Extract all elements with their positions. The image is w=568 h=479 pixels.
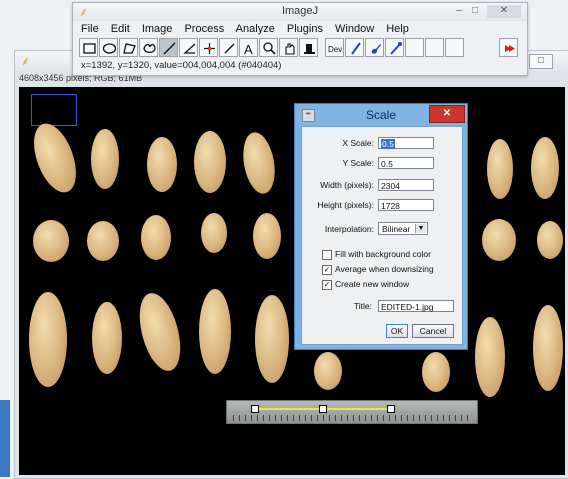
imagej-main-window: ⸙ ImageJ – □ ✕ File Edit Image Process A… xyxy=(72,2,528,76)
oval-tool-icon[interactable] xyxy=(99,38,118,57)
taskbar-strip xyxy=(0,400,10,477)
menu-plugins[interactable]: Plugins xyxy=(287,23,323,35)
peanut xyxy=(87,221,119,261)
peanut xyxy=(537,221,563,259)
chevron-down-icon: ▼ xyxy=(415,224,426,233)
blank-tool-2[interactable] xyxy=(425,38,444,57)
fill-background-checkbox[interactable] xyxy=(322,250,332,260)
cancel-button[interactable]: Cancel xyxy=(412,324,454,338)
peanut xyxy=(422,352,450,392)
peanut xyxy=(314,352,342,390)
maximize-button[interactable]: □ xyxy=(529,54,553,69)
menu-help[interactable]: Help xyxy=(386,23,409,35)
average-downsizing-label: Average when downsizing xyxy=(335,264,434,274)
width-field[interactable]: 2304 xyxy=(378,179,434,191)
peanut xyxy=(533,305,563,391)
menu-bar: File Edit Image Process Analyze Plugins … xyxy=(81,23,418,37)
rectangle-tool-icon[interactable] xyxy=(79,38,98,57)
height-field[interactable]: 1728 xyxy=(378,199,434,211)
menu-file[interactable]: File xyxy=(81,23,99,35)
freehand-tool-icon[interactable] xyxy=(139,38,158,57)
peanut xyxy=(238,129,280,197)
peanut xyxy=(255,295,289,383)
angle-tool-icon[interactable] xyxy=(179,38,198,57)
dropper-tool-icon[interactable] xyxy=(385,38,404,57)
imagej-titlebar[interactable]: ⸙ ImageJ – □ ✕ xyxy=(73,3,527,21)
svg-text:A: A xyxy=(244,42,253,56)
brush-tool-icon[interactable] xyxy=(365,38,384,57)
ok-button[interactable]: OK xyxy=(386,324,408,338)
close-button[interactable]: ✕ xyxy=(429,105,465,123)
average-downsizing-checkbox[interactable]: ✓ xyxy=(322,265,332,275)
x-scale-field[interactable]: 0.5 xyxy=(378,137,434,149)
peanut xyxy=(531,137,559,199)
peanut xyxy=(29,292,67,387)
y-scale-label: Y Scale: xyxy=(342,158,374,168)
more-tools-icon[interactable] xyxy=(499,38,518,57)
height-label: Height (pixels): xyxy=(317,200,374,210)
peanut xyxy=(201,213,227,253)
blank-tool-3[interactable] xyxy=(445,38,464,57)
status-bar: x=1392, y=1320, value=004,004,004 (#0404… xyxy=(81,60,282,71)
menu-analyze[interactable]: Analyze xyxy=(236,23,275,35)
x-scale-label: X Scale: xyxy=(342,138,374,148)
create-new-window-label: Create new window xyxy=(335,279,410,289)
create-new-window-checkbox[interactable]: ✓ xyxy=(322,280,332,290)
microscope-icon: ⸙ xyxy=(21,54,31,68)
ruler xyxy=(226,400,478,424)
x-scale-value: 0.5 xyxy=(381,139,395,149)
peanut xyxy=(199,289,231,374)
peanut xyxy=(91,129,119,189)
zoom-indicator xyxy=(31,94,77,126)
text-tool-icon[interactable]: A xyxy=(239,38,258,57)
peanut xyxy=(147,137,177,192)
ruler-ticks xyxy=(233,415,471,421)
blank-tool-1[interactable] xyxy=(405,38,424,57)
scale-dialog: ☕ Scale ✕ X Scale: 0.5 Y Scale: 0.5 Widt… xyxy=(294,103,468,350)
image-window: ⸙ □ 4608x3456 pixels; RGB; 61MB xyxy=(14,50,568,479)
pencil-tool-icon[interactable] xyxy=(345,38,364,57)
polygon-tool-icon[interactable] xyxy=(119,38,138,57)
peanut xyxy=(132,288,188,376)
magnifier-tool-icon[interactable] xyxy=(259,38,278,57)
interpolation-select[interactable]: Bilinear ▼ xyxy=(378,222,428,235)
width-label: Width (pixels): xyxy=(320,180,374,190)
dialog-body: X Scale: 0.5 Y Scale: 0.5 Width (pixels)… xyxy=(301,126,463,345)
close-button[interactable]: ✕ xyxy=(487,5,521,18)
minimize-button[interactable]: – xyxy=(453,5,465,18)
menu-process[interactable]: Process xyxy=(184,23,224,35)
fill-background-label: Fill with background color xyxy=(335,249,431,259)
point-tool-icon[interactable] xyxy=(199,38,218,57)
maximize-button[interactable]: □ xyxy=(467,5,483,18)
peanut xyxy=(253,213,281,259)
scroll-tool-icon[interactable] xyxy=(279,38,298,57)
menu-window[interactable]: Window xyxy=(335,23,374,35)
title-label: Title: xyxy=(353,301,372,311)
peanut xyxy=(475,317,505,397)
peanut xyxy=(141,215,171,260)
dialog-titlebar[interactable]: ☕ Scale ✕ xyxy=(295,104,467,126)
interpolation-value: Bilinear xyxy=(382,224,411,234)
wand-tool-icon[interactable] xyxy=(219,38,238,57)
interpolation-label: Interpolation: xyxy=(324,224,374,234)
straight-line-tool-icon[interactable] xyxy=(159,38,178,57)
peanut xyxy=(194,131,226,193)
y-scale-field[interactable]: 0.5 xyxy=(378,157,434,169)
image-canvas[interactable] xyxy=(19,87,565,475)
peanut xyxy=(92,302,122,374)
line-handle-end[interactable] xyxy=(387,405,395,413)
menu-edit[interactable]: Edit xyxy=(111,23,130,35)
menu-image[interactable]: Image xyxy=(142,23,173,35)
line-handle-mid[interactable] xyxy=(319,405,327,413)
color-picker-tool-icon[interactable] xyxy=(299,38,318,57)
peanut xyxy=(25,118,85,198)
developer-menu-icon[interactable]: Dev xyxy=(325,38,344,57)
title-field[interactable]: EDITED-1.jpg xyxy=(378,300,454,312)
peanut xyxy=(487,139,513,199)
peanut xyxy=(482,219,516,261)
line-handle-start[interactable] xyxy=(251,405,259,413)
svg-text:Dev: Dev xyxy=(328,45,342,54)
peanut xyxy=(33,220,69,262)
